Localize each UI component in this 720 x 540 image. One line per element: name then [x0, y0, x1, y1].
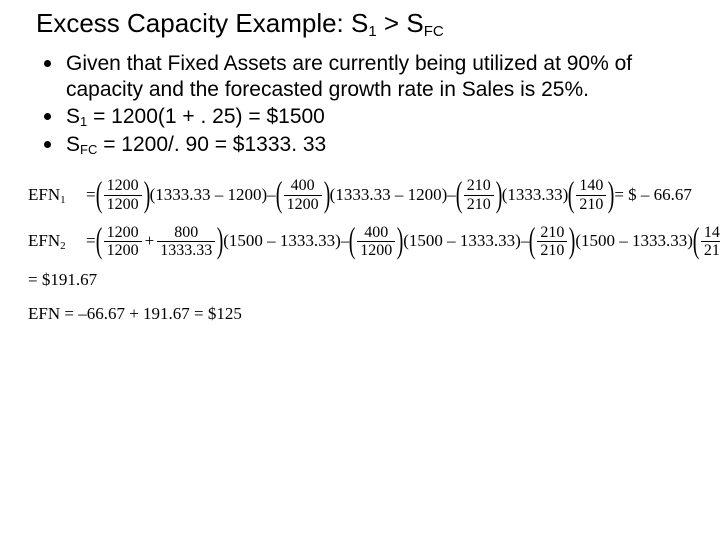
close-paren-icon: ) — [569, 222, 576, 258]
frac-den: 210 — [576, 195, 606, 214]
frac-num: 210 — [464, 177, 494, 195]
efn2-row: EFN2 = ( 1200 1200 + 800 1333.33 ) (1500… — [28, 224, 700, 260]
frac-den: 1200 — [104, 241, 142, 260]
title-sub1: 1 — [368, 23, 376, 40]
equals-sign: = — [86, 186, 96, 205]
minus-sign: – — [267, 186, 276, 205]
formulas-block: EFN1 = ( 1200 1200 ) (1333.33 – 1200) – … — [28, 177, 700, 259]
fraction: 210 210 — [464, 177, 494, 213]
fraction: 140 210 — [576, 177, 606, 213]
efn1-label: EFN1 — [28, 186, 86, 205]
fraction: 1200 1200 — [104, 177, 142, 213]
frac-num: 140 — [701, 224, 720, 242]
bullet-post: = 1200/. 90 = $1333. 33 — [97, 133, 326, 156]
frac-den: 210 — [464, 195, 494, 214]
slide-title: Excess Capacity Example: S1 > SFC — [36, 8, 700, 39]
close-paren-icon: ) — [217, 222, 224, 258]
frac-num: 800 — [171, 224, 201, 242]
open-paren-icon: ( — [275, 176, 282, 212]
bullet-text: Given that Fixed Assets are currently be… — [66, 52, 632, 101]
close-paren-icon: ) — [143, 176, 150, 212]
open-paren-icon: ( — [529, 222, 536, 258]
diff-term: (1500 – 1333.33) — [223, 232, 341, 251]
slide: Excess Capacity Example: S1 > SFC Given … — [0, 0, 720, 540]
bullet-item: S1 = 1200(1 + . 25) = $1500 — [44, 104, 670, 130]
frac-den: 1200 — [104, 195, 142, 214]
bullet-sub: FC — [80, 142, 97, 157]
open-paren-icon: ( — [95, 176, 102, 212]
open-paren-icon: ( — [568, 176, 575, 212]
fraction: 1200 1200 — [104, 224, 142, 260]
frac-den: 1200 — [284, 195, 322, 214]
frac-num: 210 — [537, 224, 567, 242]
efn1-row: EFN1 = ( 1200 1200 ) (1333.33 – 1200) – … — [28, 177, 700, 213]
frac-num: 1200 — [104, 177, 142, 195]
bullet-post: = 1200(1 + . 25) = $1500 — [87, 105, 325, 128]
minus-sign: – — [447, 186, 456, 205]
efn2-label-sub: 2 — [60, 240, 66, 252]
open-paren-icon: ( — [455, 176, 462, 212]
plus-sign: + — [145, 232, 155, 251]
close-paren-icon: ) — [495, 176, 502, 212]
frac-den: 210 — [701, 241, 720, 260]
title-mid: > S — [377, 8, 424, 38]
open-paren-icon: ( — [349, 222, 356, 258]
fraction: 140 210 — [701, 224, 720, 260]
frac-num: 1200 — [104, 224, 142, 242]
frac-num: 400 — [361, 224, 391, 242]
efn1-label-pre: EFN — [28, 185, 60, 204]
close-paren-icon: ) — [397, 222, 404, 258]
efn2-result-row: = $191.67 — [28, 270, 700, 290]
frac-den: 1200 — [357, 241, 395, 260]
frac-den: 210 — [537, 241, 567, 260]
diff-term: (1333.33 – 1200) — [330, 186, 448, 205]
diff-term: (1500 – 1333.33) — [575, 232, 693, 251]
fraction: 400 1200 — [357, 224, 395, 260]
bullet-sub: 1 — [80, 114, 87, 129]
bullet-pre: S — [66, 105, 80, 128]
efn-total-row: EFN = –66.67 + 191.67 = $125 — [28, 304, 700, 324]
open-paren-icon: ( — [95, 222, 102, 258]
bullet-item: Given that Fixed Assets are currently be… — [44, 51, 670, 102]
efn1-result: = $ – 66.67 — [614, 186, 692, 205]
fraction: 800 1333.33 — [157, 224, 215, 260]
efn2-label: EFN2 — [28, 232, 86, 251]
title-sub2: FC — [424, 23, 444, 40]
fraction: 210 210 — [537, 224, 567, 260]
frac-num: 140 — [576, 177, 606, 195]
bullet-pre: S — [66, 133, 80, 156]
bullet-list: Given that Fixed Assets are currently be… — [36, 51, 700, 157]
title-text-pre: Excess Capacity Example: S — [36, 8, 368, 38]
equals-sign: = — [86, 232, 96, 251]
frac-num: 400 — [288, 177, 318, 195]
fraction: 400 1200 — [284, 177, 322, 213]
bullet-item: SFC = 1200/. 90 = $1333. 33 — [44, 132, 670, 158]
efn2-label-pre: EFN — [28, 231, 60, 250]
close-paren-icon: ) — [608, 176, 615, 212]
diff-term: (1333.33 – 1200) — [150, 186, 268, 205]
diff-term: (1333.33) — [502, 186, 569, 205]
frac-den: 1333.33 — [157, 241, 215, 260]
efn1-label-sub: 1 — [60, 194, 66, 206]
diff-term: (1500 – 1333.33) — [403, 232, 521, 251]
open-paren-icon: ( — [693, 222, 700, 258]
close-paren-icon: ) — [323, 176, 330, 212]
